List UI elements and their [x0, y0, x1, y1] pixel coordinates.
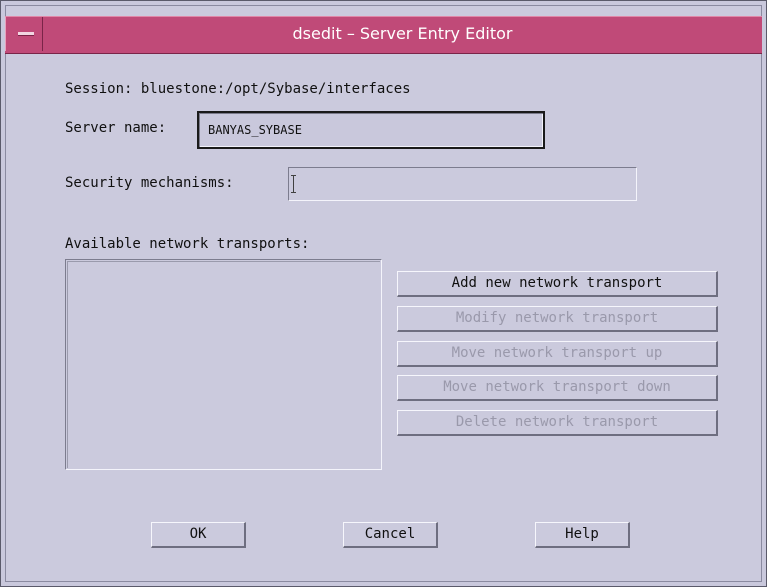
add-network-transport-button[interactable]: Add new network transport — [397, 271, 718, 297]
delete-network-transport-button[interactable]: Delete network transport — [397, 410, 718, 436]
move-network-transport-down-button[interactable]: Move network transport down — [397, 375, 718, 401]
window-menu-button[interactable] — [5, 17, 43, 51]
window-menu-icon — [18, 32, 34, 36]
available-transports-label: Available network transports: — [65, 236, 310, 252]
move-network-transport-up-button[interactable]: Move network transport up — [397, 341, 718, 367]
title-bar[interactable]: dsedit – Server Entry Editor — [5, 16, 762, 54]
modify-network-transport-button[interactable]: Modify network transport — [397, 306, 718, 332]
server-name-value: BANYAS_SYBASE — [208, 123, 302, 137]
session-label: Session: bluestone:/opt/Sybase/interface… — [65, 81, 411, 97]
security-mechanisms-label: Security mechanisms: — [65, 175, 234, 191]
server-name-label: Server name: — [65, 120, 167, 136]
dialog-window: dsedit – Server Entry Editor Session: bl… — [0, 0, 767, 587]
window-title: dsedit – Server Entry Editor — [292, 24, 513, 43]
server-name-input[interactable]: BANYAS_SYBASE — [197, 111, 545, 149]
help-button[interactable]: Help — [535, 522, 630, 548]
security-mechanisms-input[interactable] — [288, 167, 637, 201]
network-transports-list-inner — [67, 261, 380, 468]
text-cursor-icon — [291, 175, 296, 193]
ok-button[interactable]: OK — [151, 522, 246, 548]
cancel-button[interactable]: Cancel — [343, 522, 438, 548]
network-transports-list[interactable] — [65, 259, 382, 470]
